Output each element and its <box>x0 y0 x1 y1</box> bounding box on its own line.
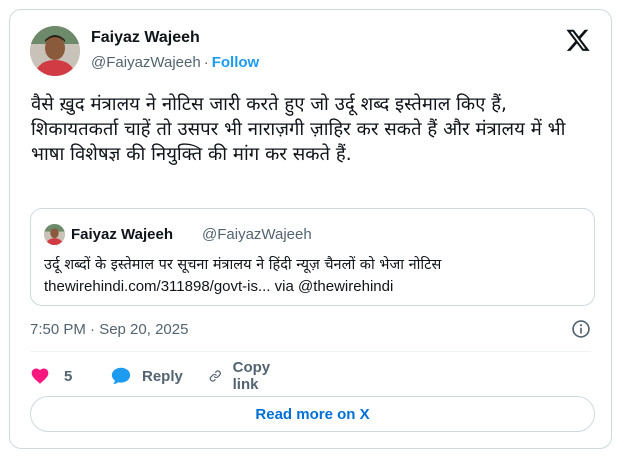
x-logo-icon[interactable] <box>565 27 591 53</box>
link-icon <box>209 370 221 382</box>
quoted-author-handle: @FaiyazWajeeh <box>202 226 312 243</box>
reply-button[interactable]: Reply <box>110 363 183 389</box>
heart-icon <box>31 368 49 384</box>
author-photo <box>30 26 80 76</box>
quoted-tweet-text: उर्दू शब्दों के इस्तेमाल पर सूचना मंत्रा… <box>44 257 442 273</box>
author-handle-row: @FaiyazWajeeh · Follow <box>91 54 259 71</box>
tweet-text: वैसे ख़ुद मंत्रालय ने नोटिस जारी करते हु… <box>31 94 566 165</box>
like-count: 5 <box>64 367 73 385</box>
read-more-label: Read more on X <box>255 405 370 423</box>
author-avatar[interactable] <box>30 26 80 76</box>
copy-link-label: Copy link <box>232 359 271 393</box>
quoted-tweet[interactable]: Faiyaz Wajeeh @FaiyazWajeeh उर्दू शब्दों… <box>30 208 595 306</box>
quoted-tweet-link[interactable]: thewirehindi.com/311898/govt-is... via @… <box>44 278 393 295</box>
quoted-author-name: Faiyaz Wajeeh <box>71 226 173 243</box>
tweet-timestamp[interactable]: 7:50 PM · Sep 20, 2025 <box>30 321 188 338</box>
follow-button[interactable]: Follow <box>212 54 260 71</box>
tweet-card: Faiyaz Wajeeh @FaiyazWajeeh · Follow वैसे … <box>9 9 612 449</box>
reply-label: Reply <box>142 367 183 385</box>
author-name[interactable]: Faiyaz Wajeeh <box>91 29 200 47</box>
separator-dot: · <box>203 54 209 71</box>
divider <box>30 351 591 352</box>
read-more-button[interactable]: Read more on X <box>30 396 595 432</box>
copy-link-button[interactable]: Copy link <box>208 359 278 393</box>
speech-bubble-icon <box>111 367 131 384</box>
author-handle[interactable]: @FaiyazWajeeh <box>91 54 201 71</box>
like-button[interactable]: 5 <box>30 363 72 389</box>
quoted-author-avatar <box>44 224 65 245</box>
info-icon[interactable] <box>571 319 591 339</box>
quoted-author-photo <box>44 224 65 245</box>
